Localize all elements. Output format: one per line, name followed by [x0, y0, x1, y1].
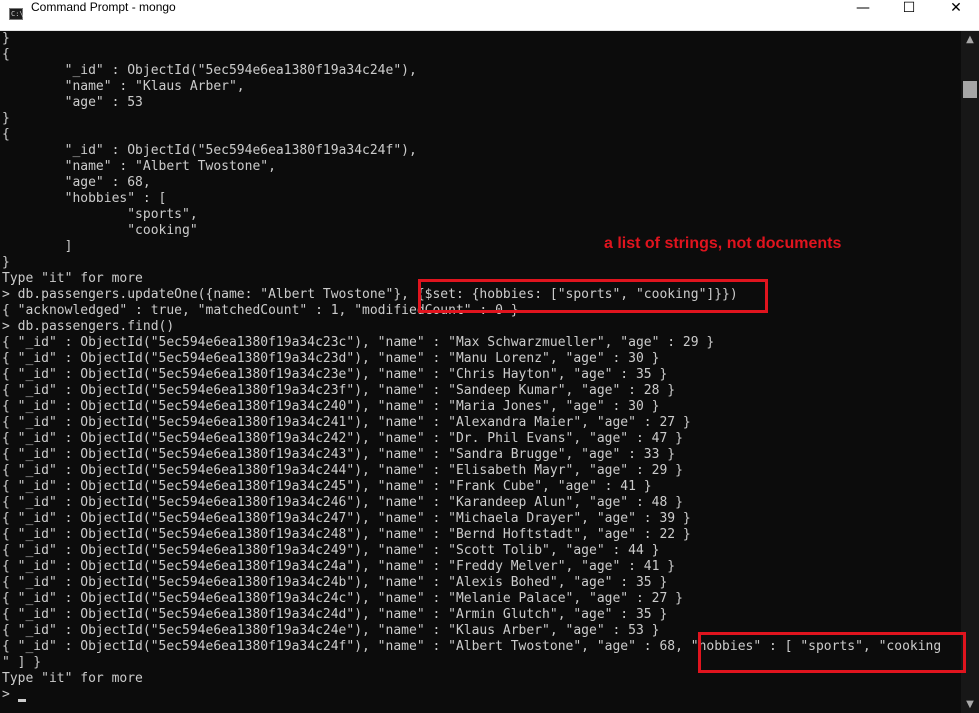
console-line: Type "it" for more — [2, 671, 143, 686]
maximize-button[interactable]: ☐ — [886, 0, 932, 30]
scrollbar-thumb[interactable] — [963, 81, 977, 98]
console-line: > db.passengers.find() — [2, 319, 175, 334]
console-line: { "_id" : ObjectId("5ec594e6ea1380f19a34… — [2, 495, 683, 510]
console-line: "age" : 68, — [2, 175, 151, 190]
console-line: "age" : 53 — [2, 95, 143, 110]
console-line: { "_id" : ObjectId("5ec594e6ea1380f19a34… — [2, 591, 683, 606]
console-line: { "_id" : ObjectId("5ec594e6ea1380f19a34… — [2, 543, 660, 558]
highlight-box-set-command — [418, 279, 768, 313]
console-line: { "_id" : ObjectId("5ec594e6ea1380f19a34… — [2, 383, 676, 398]
console-line: ] — [2, 239, 73, 254]
console-line: { "_id" : ObjectId("5ec594e6ea1380f19a34… — [2, 463, 683, 478]
annotation-label: a list of strings, not documents — [604, 235, 842, 252]
console-line: Type "it" for more — [2, 271, 143, 286]
console-line: { "_id" : ObjectId("5ec594e6ea1380f19a34… — [2, 479, 652, 494]
console-line: } — [2, 255, 10, 270]
console-line: { "_id" : ObjectId("5ec594e6ea1380f19a34… — [2, 351, 660, 366]
console-line: { "_id" : ObjectId("5ec594e6ea1380f19a34… — [2, 399, 660, 414]
close-button[interactable]: ✕ — [933, 0, 979, 30]
console-line: "hobbies" : [ — [2, 191, 167, 206]
console-line: "name" : "Albert Twostone", — [2, 159, 276, 174]
console-line: { "_id" : ObjectId("5ec594e6ea1380f19a34… — [2, 431, 683, 446]
console-line: { "_id" : ObjectId("5ec594e6ea1380f19a34… — [2, 415, 691, 430]
command-prompt-icon: C:\ — [9, 8, 24, 20]
window-title: Command Prompt - mongo — [31, 0, 176, 14]
console-line: "_id" : ObjectId("5ec594e6ea1380f19a34c2… — [2, 143, 417, 158]
console-line: { "_id" : ObjectId("5ec594e6ea1380f19a34… — [2, 367, 668, 382]
console-line: { "_id" : ObjectId("5ec594e6ea1380f19a34… — [2, 527, 691, 542]
console-line: { — [2, 127, 10, 142]
console-line: { "_id" : ObjectId("5ec594e6ea1380f19a34… — [2, 447, 676, 462]
console-line: } — [2, 31, 10, 46]
console-line: { "_id" : ObjectId("5ec594e6ea1380f19a34… — [2, 575, 668, 590]
highlight-box-hobbies-output — [698, 632, 966, 673]
console-line: { "_id" : ObjectId("5ec594e6ea1380f19a34… — [2, 607, 668, 622]
minimize-button[interactable]: — — [840, 0, 886, 30]
scroll-up-arrow-icon[interactable]: ▲ — [961, 31, 979, 48]
title-bar: C:\ Command Prompt - mongo — ☐ ✕ — [0, 0, 979, 31]
console-output[interactable]: } { "_id" : ObjectId("5ec594e6ea1380f19a… — [0, 31, 961, 713]
console-line: "sports", — [2, 207, 198, 222]
console-line: { "_id" : ObjectId("5ec594e6ea1380f19a34… — [2, 559, 676, 574]
console-line: "name" : "Klaus Arber", — [2, 79, 245, 94]
console-line: { "_id" : ObjectId("5ec594e6ea1380f19a34… — [2, 511, 691, 526]
console-line: { "_id" : ObjectId("5ec594e6ea1380f19a34… — [2, 335, 715, 350]
vertical-scrollbar[interactable]: ▲ ▼ — [961, 31, 979, 713]
console-line: { — [2, 47, 10, 62]
prompt-line[interactable]: > — [2, 687, 18, 703]
console-line: } — [2, 111, 10, 126]
console-line: "cooking" — [2, 223, 198, 238]
scroll-down-arrow-icon[interactable]: ▼ — [961, 696, 979, 713]
console-line: "_id" : ObjectId("5ec594e6ea1380f19a34c2… — [2, 63, 417, 78]
console-line: " ] } — [2, 655, 42, 670]
console-line: { "_id" : ObjectId("5ec594e6ea1380f19a34… — [2, 623, 660, 638]
text-cursor — [18, 699, 26, 702]
